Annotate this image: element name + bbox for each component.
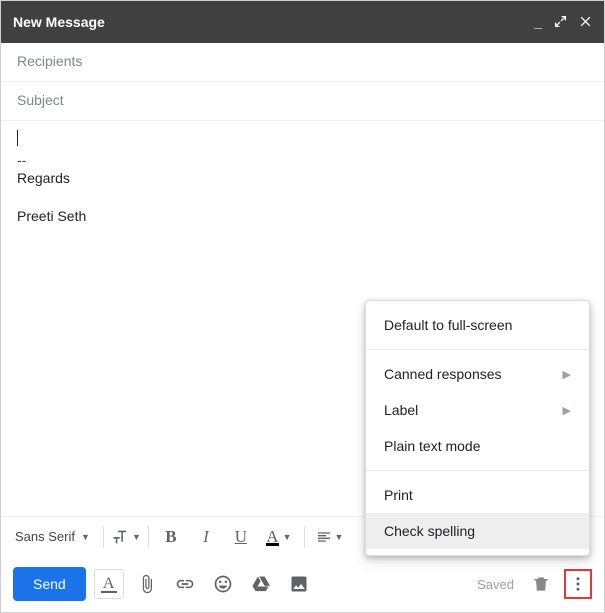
emoji-icon [213,574,233,594]
trash-icon [531,574,551,594]
insert-photo-button[interactable] [284,569,314,599]
fullscreen-button[interactable] [554,15,567,30]
bold-icon: B [165,527,176,547]
underline-button[interactable]: U [226,522,256,552]
chevron-down-icon: ▼ [132,532,141,542]
align-icon [316,529,332,545]
chevron-down-icon: ▼ [283,532,292,542]
font-size-button[interactable]: ▼ [111,522,141,552]
chevron-right-icon: ▶ [563,404,571,417]
signature-regards: Regards [17,170,588,186]
menu-item-print[interactable]: Print [366,477,589,513]
font-size-icon [111,527,130,547]
menu-item-check-spelling[interactable]: Check spelling [366,513,589,549]
font-family-select[interactable]: Sans Serif ▼ [9,525,96,548]
bold-button[interactable]: B [156,522,186,552]
attach-button[interactable] [132,569,162,599]
drive-icon [251,574,271,594]
signature-separator: -- [17,152,588,168]
text-color-icon: A [266,527,278,547]
menu-item-plain-text[interactable]: Plain text mode [366,428,589,464]
menu-item-label-submenu[interactable]: Label ▶ [366,392,589,428]
menu-item-label: Plain text mode [384,438,481,454]
recipients-placeholder: Recipients [17,53,82,69]
subject-row[interactable]: Subject [1,82,604,121]
subject-placeholder: Subject [17,92,64,108]
link-icon [175,574,195,594]
insert-emoji-button[interactable] [208,569,238,599]
send-button[interactable]: Send [13,567,86,601]
menu-item-label: Default to full-screen [384,317,512,333]
formatting-options-button[interactable]: A [94,569,124,599]
insert-link-button[interactable] [170,569,200,599]
send-toolbar: Send A [1,556,604,612]
menu-item-label: Label [384,402,418,418]
menu-item-label: Canned responses [384,366,502,382]
underline-icon: U [235,527,247,547]
signature-name: Preeti Seth [17,208,588,224]
compose-window: New Message _ Recipients Subject -- Rega… [0,0,605,613]
italic-button[interactable]: I [191,522,221,552]
chevron-right-icon: ▶ [563,368,571,381]
paperclip-icon [137,574,157,594]
window-title: New Message [13,14,534,30]
italic-icon: I [203,527,209,547]
more-vert-icon [569,575,587,593]
align-button[interactable]: ▼ [312,522,348,552]
menu-item-label: Print [384,487,413,503]
separator [304,526,305,548]
more-options-button[interactable] [566,571,590,597]
titlebar: New Message _ [1,1,604,43]
separator [148,526,149,548]
menu-item-fullscreen[interactable]: Default to full-screen [366,307,589,343]
text-color-button[interactable]: A ▼ [261,522,297,552]
menu-item-canned-responses[interactable]: Canned responses ▶ [366,356,589,392]
minimize-button[interactable]: _ [534,15,542,29]
window-controls: _ [534,15,592,30]
discard-draft-button[interactable] [526,569,556,599]
chevron-down-icon: ▼ [81,532,90,542]
separator [103,526,104,548]
close-button[interactable] [579,15,592,30]
saved-status: Saved [477,577,514,592]
menu-separator [366,349,589,350]
recipients-row[interactable]: Recipients [1,43,604,82]
menu-separator [366,470,589,471]
more-options-highlight [564,569,592,599]
more-options-menu: Default to full-screen Canned responses … [365,300,590,556]
font-family-label: Sans Serif [15,529,75,544]
chevron-down-icon: ▼ [334,532,343,542]
image-icon [289,574,309,594]
text-caret [17,130,18,146]
insert-drive-button[interactable] [246,569,276,599]
menu-item-label: Check spelling [384,523,475,539]
